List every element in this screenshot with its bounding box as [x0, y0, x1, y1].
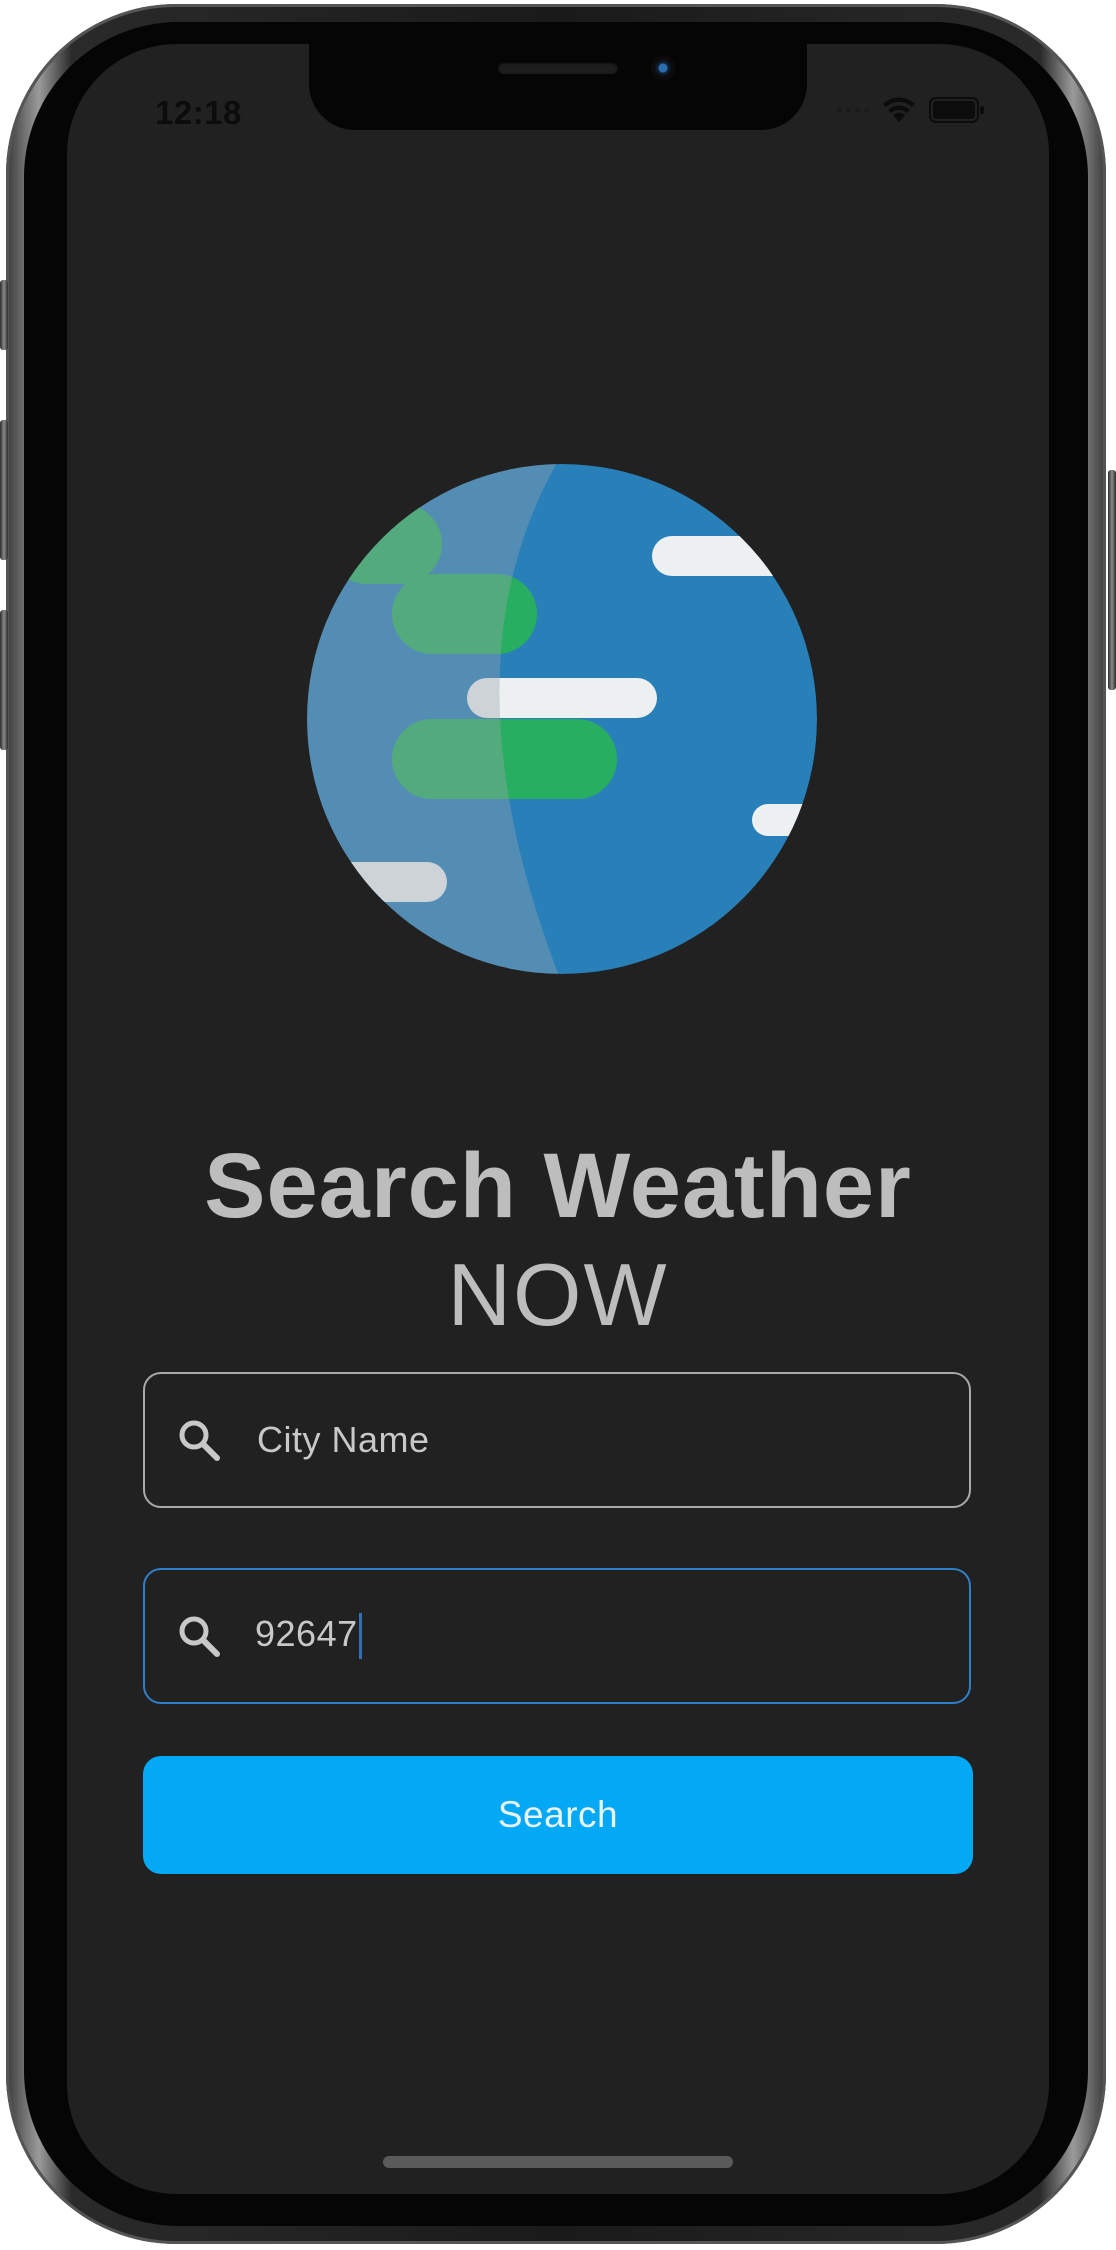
search-button[interactable]: Search — [143, 1756, 973, 1874]
app-screen: 12:18 Search Weather NOW City Name 92647… — [67, 44, 1049, 2194]
status-indicators — [837, 96, 985, 124]
search-icon — [179, 1420, 220, 1461]
page-subtitle: NOW — [447, 1245, 669, 1344]
city-name-field[interactable] — [143, 1372, 971, 1508]
zip-code-input[interactable]: 92647 — [255, 1612, 362, 1660]
notch — [309, 44, 807, 130]
text-caret — [358, 1613, 362, 1660]
volume-down-button — [0, 610, 8, 750]
zip-code-value: 92647 — [255, 1612, 358, 1654]
power-button — [1108, 470, 1116, 690]
status-time: 12:18 — [155, 94, 242, 131]
wifi-icon — [883, 97, 915, 122]
city-name-input[interactable] — [255, 1418, 939, 1462]
globe-icon — [307, 464, 817, 974]
search-icon — [179, 1616, 220, 1657]
zip-code-field[interactable]: 92647 — [143, 1568, 971, 1704]
battery-icon — [929, 97, 984, 123]
volume-up-button — [0, 420, 8, 560]
home-indicator[interactable] — [383, 2156, 733, 2168]
earpiece-speaker — [498, 62, 618, 74]
front-camera — [651, 56, 675, 80]
cellular-signal-icon — [837, 107, 869, 113]
page-title: Search Weather — [204, 1135, 912, 1237]
mute-switch — [0, 280, 8, 350]
